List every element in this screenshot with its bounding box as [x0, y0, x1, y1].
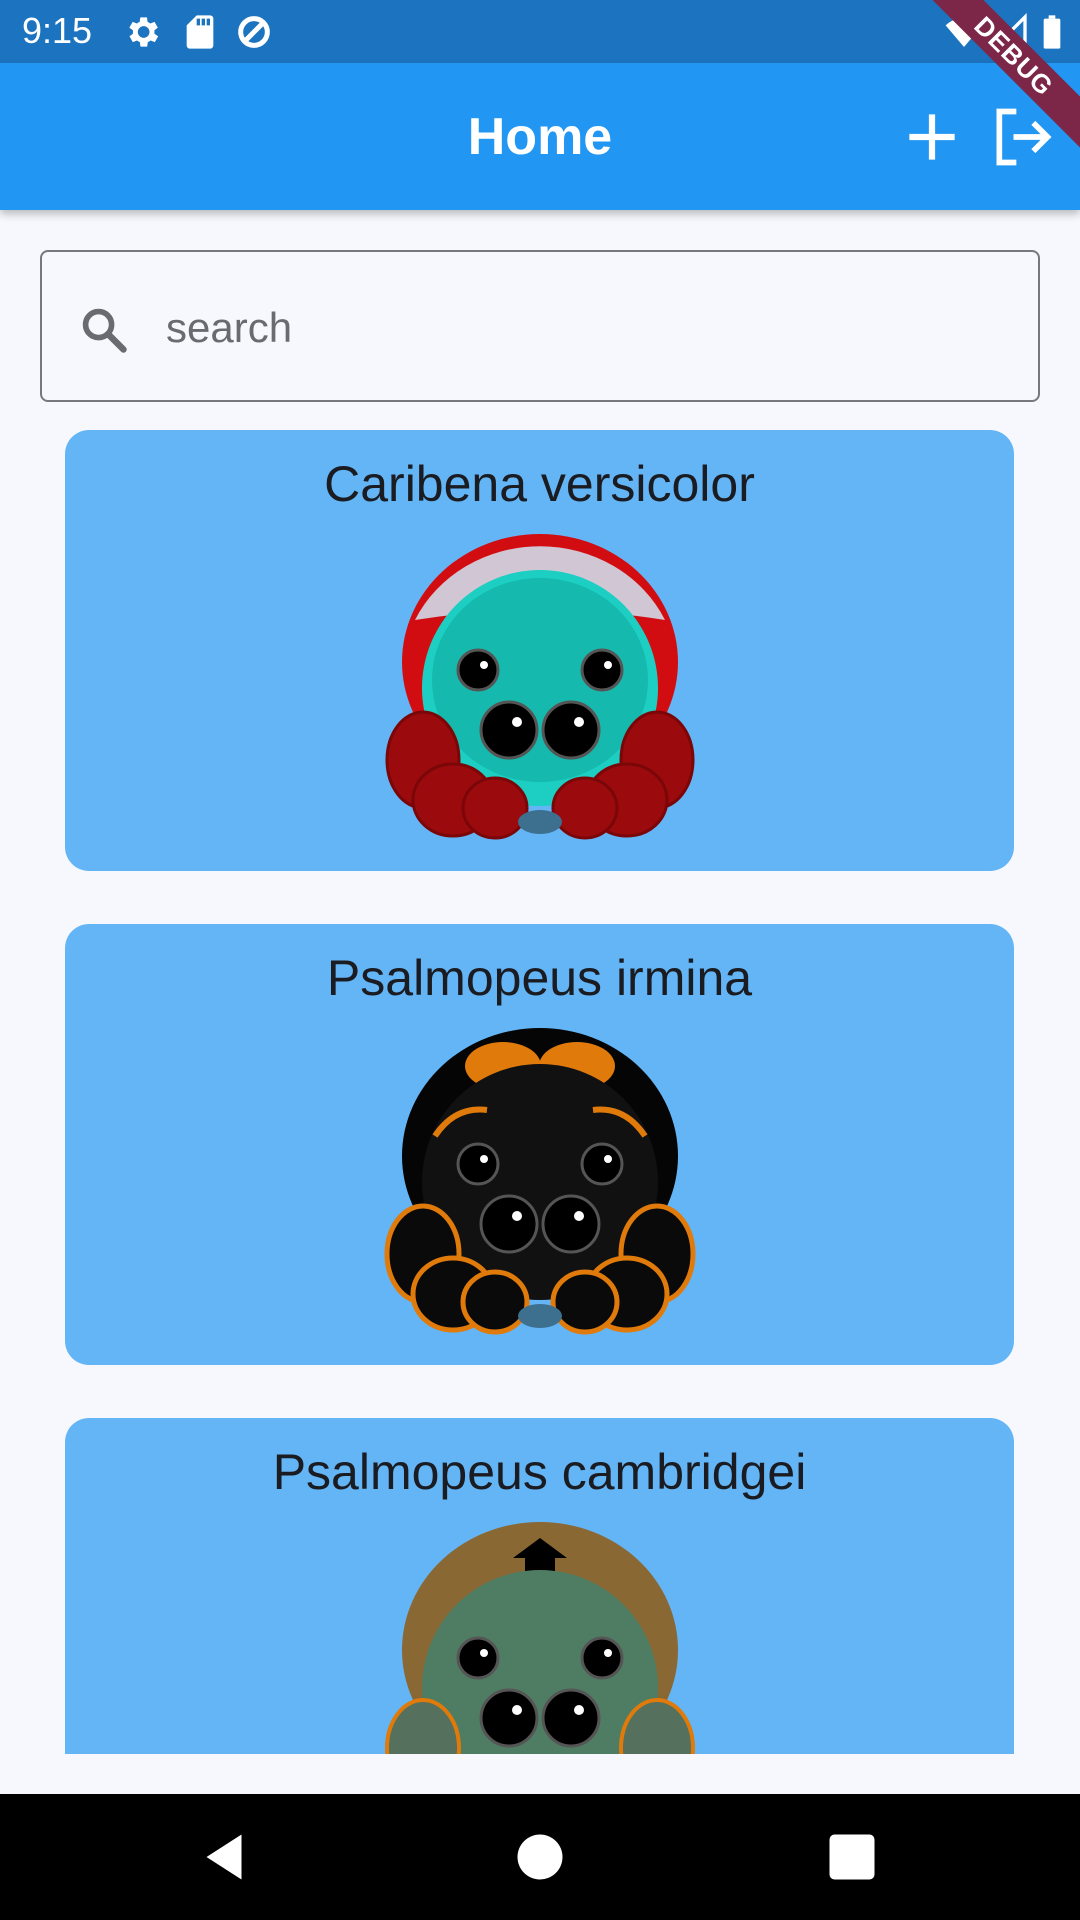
- screen: 9:15 DEBUG Home search Caribena versicol…: [0, 0, 1080, 1920]
- species-name: Psalmopeus cambridgei: [272, 1444, 807, 1500]
- app-bar: Home: [0, 63, 1080, 210]
- search-field[interactable]: [40, 250, 1040, 402]
- tarantula-image: [384, 1028, 696, 1335]
- battery-icon: [1043, 15, 1061, 49]
- home-icon[interactable]: [510, 1827, 570, 1887]
- species-list[interactable]: Caribena versicolor Psalmopeus irmina Ps…: [0, 430, 1080, 1754]
- search-input[interactable]: [166, 290, 1006, 366]
- signal-icon: [990, 12, 1027, 49]
- species-card[interactable]: Psalmopeus cambridgei: [65, 1418, 1014, 1754]
- species-name: Psalmopeus irmina: [326, 950, 753, 1006]
- tarantula-image: [385, 534, 695, 840]
- search-icon: [82, 308, 127, 353]
- logout-icon[interactable]: [988, 103, 1056, 171]
- data-saver-icon: [238, 16, 270, 48]
- species-name: Caribena versicolor: [324, 456, 755, 512]
- recents-icon[interactable]: [822, 1827, 882, 1887]
- add-icon[interactable]: [898, 103, 966, 171]
- species-card[interactable]: Psalmopeus irmina: [65, 924, 1014, 1365]
- gear-icon: [129, 17, 159, 47]
- tarantula-image: [385, 1522, 695, 1754]
- sd-card-icon: [186, 15, 214, 49]
- system-nav-bar: [0, 1794, 1080, 1920]
- wifi-icon: [945, 18, 983, 47]
- back-icon[interactable]: [194, 1827, 254, 1887]
- status-time: 9:15: [22, 10, 93, 51]
- status-bar: 9:15: [0, 0, 1080, 63]
- species-card[interactable]: Caribena versicolor: [65, 430, 1014, 871]
